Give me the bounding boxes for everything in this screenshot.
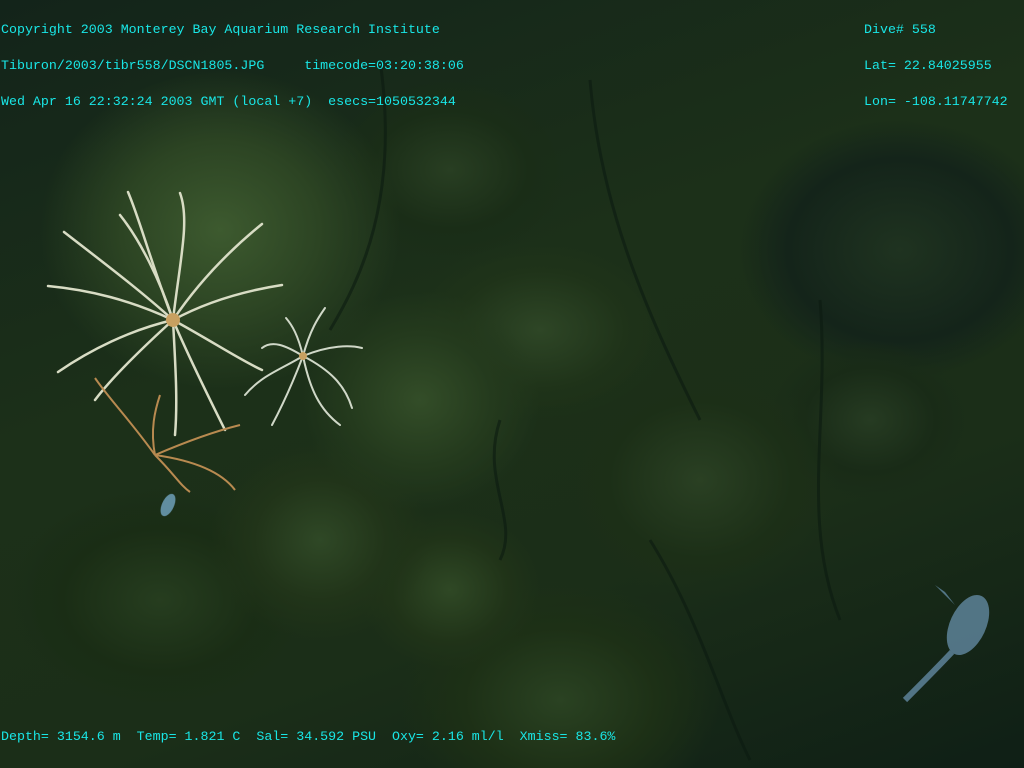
deep-sea-photo: Copyright 2003 Monterey Bay Aquarium Res…: [0, 0, 1024, 768]
crinoid-large: [46, 190, 284, 437]
sensor-line: Depth= 3154.6 m Temp= 1.821 C Sal= 34.59…: [1, 729, 616, 744]
crinoid-small: [244, 307, 363, 426]
overlay-header: Copyright 2003 Monterey Bay Aquarium Res…: [1, 0, 464, 132]
rock-crevices: [328, 59, 842, 761]
dive-number: Dive# 558: [864, 22, 936, 37]
fish: [160, 493, 990, 703]
overlay-position: Dive# 558 Lat= 22.84025955 Lon= -108.117…: [864, 0, 1008, 132]
copyright-line: Copyright 2003 Monterey Bay Aquarium Res…: [1, 22, 440, 37]
file-timecode-line: Tiburon/2003/tibr558/DSCN1805.JPG timeco…: [1, 58, 464, 73]
overlay-sensor-readings: Depth= 3154.6 m Temp= 1.821 C Sal= 34.59…: [1, 707, 615, 767]
longitude: Lon= -108.11747742: [864, 94, 1008, 109]
crinoid-orange: [94, 377, 241, 493]
datetime-line: Wed Apr 16 22:32:24 2003 GMT (local +7) …: [1, 94, 456, 109]
latitude: Lat= 22.84025955: [864, 58, 992, 73]
